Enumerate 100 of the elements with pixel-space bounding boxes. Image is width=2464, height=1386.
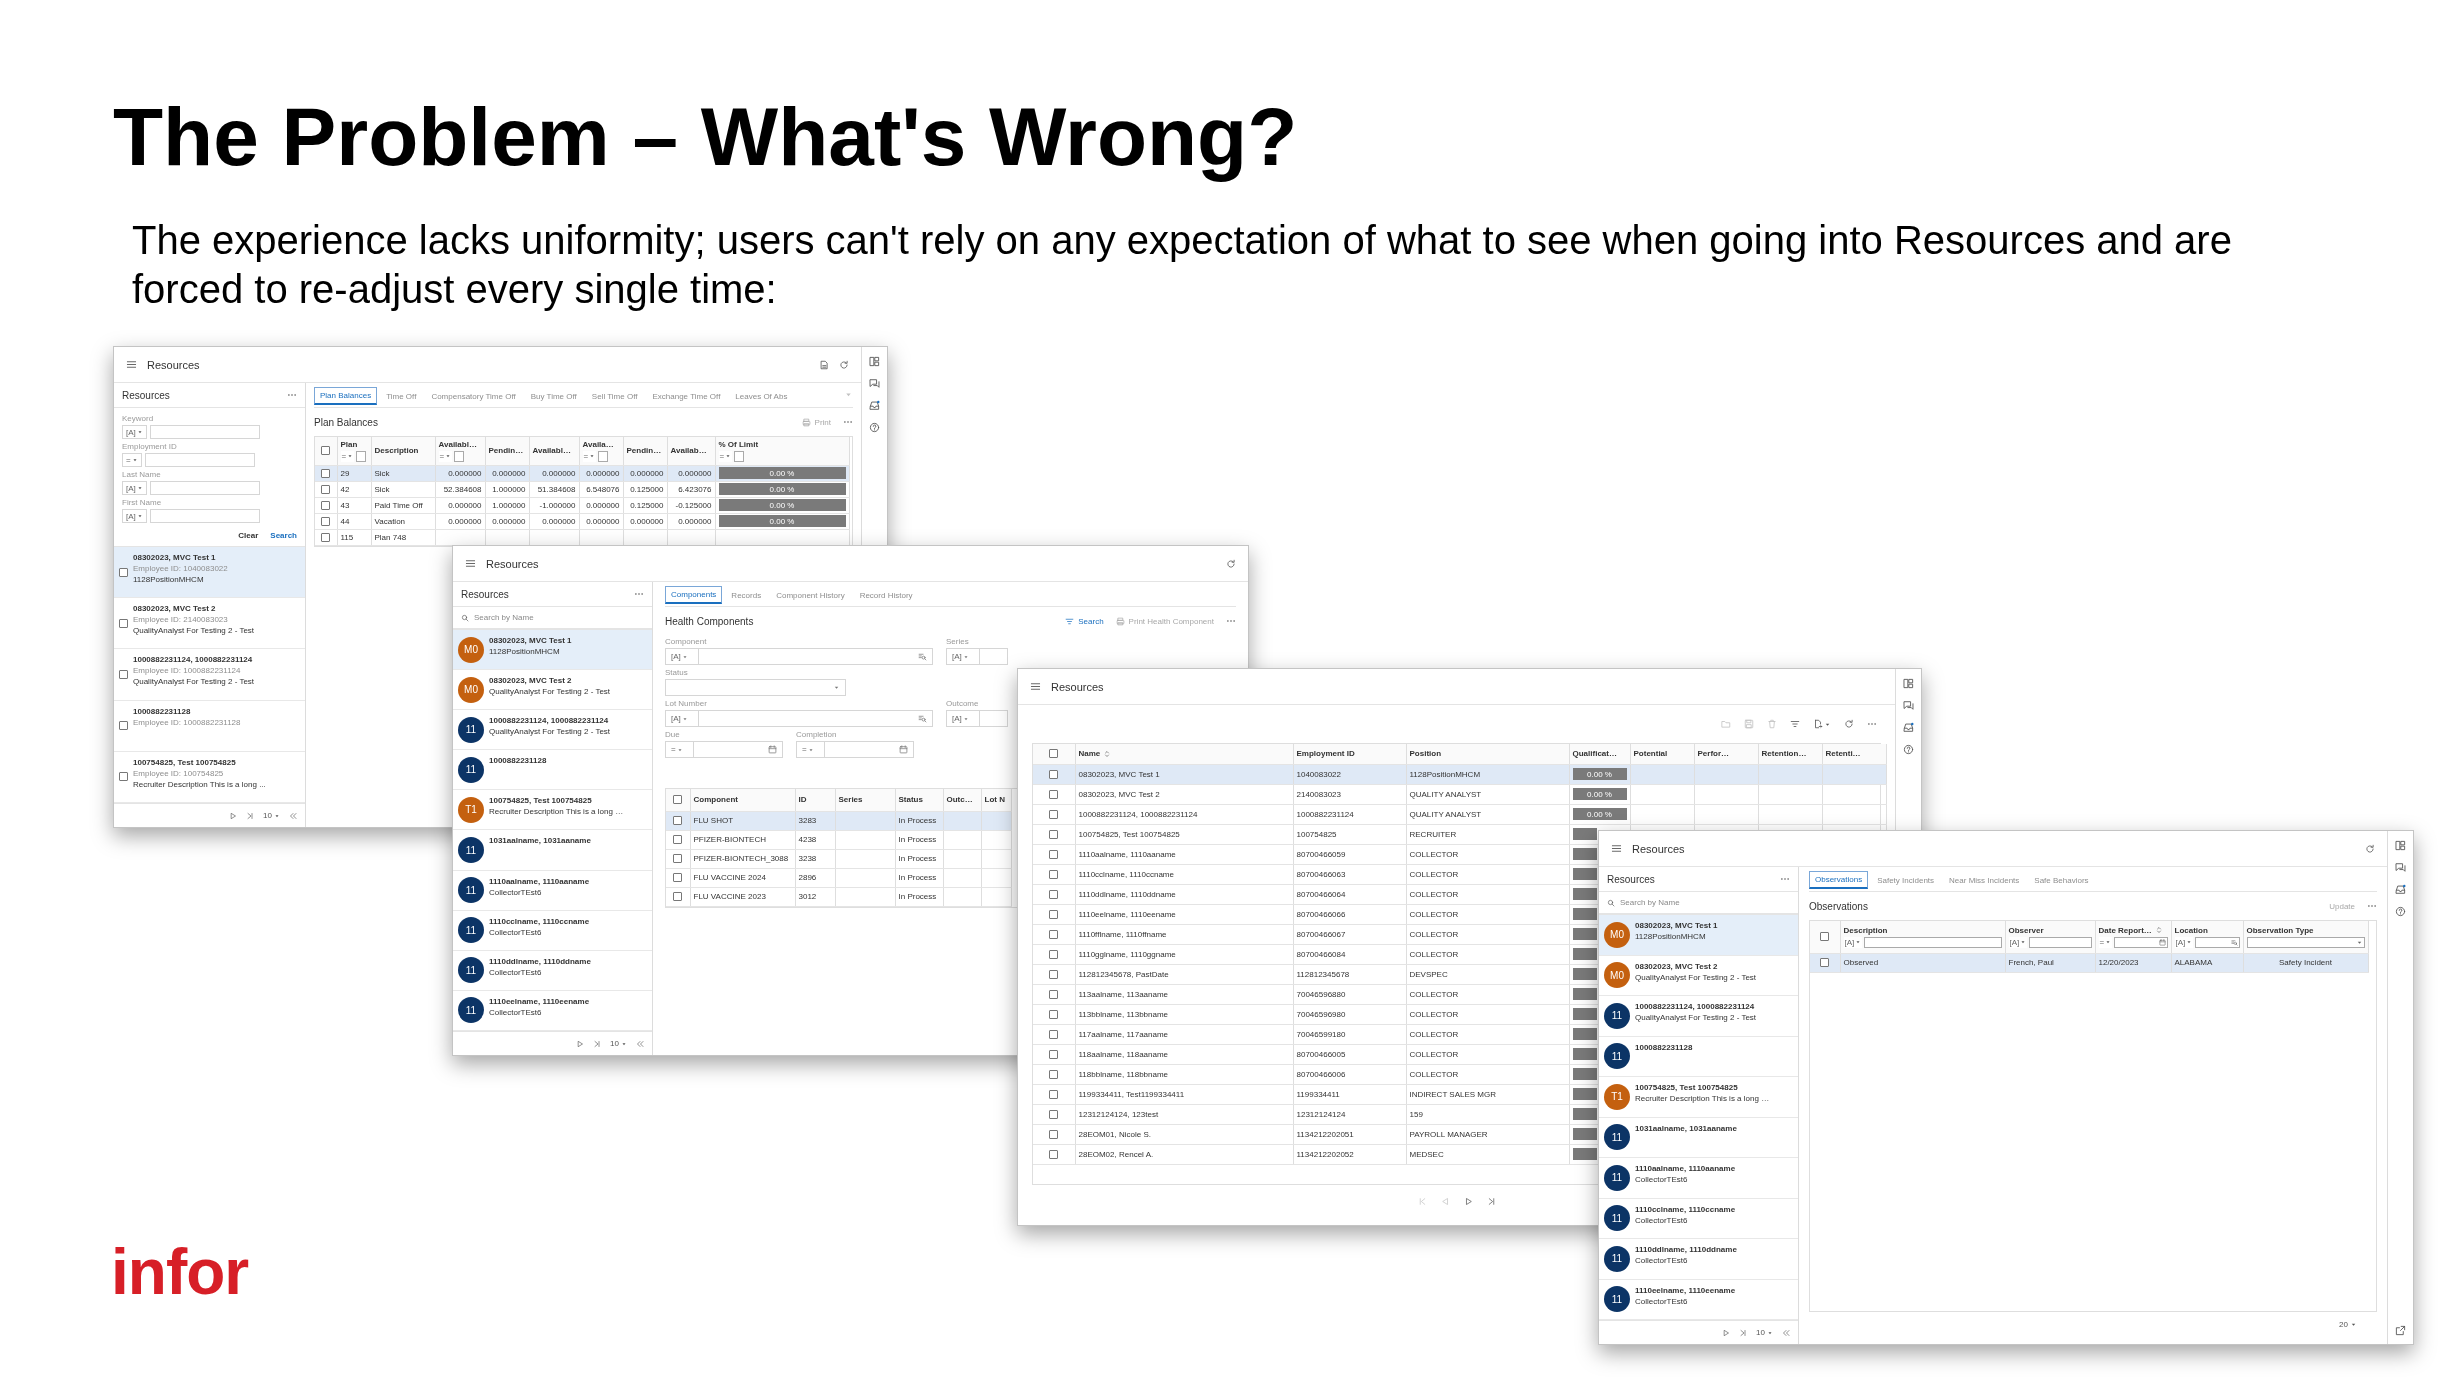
list-item[interactable]: 11 1110ddlname, 1110ddname CollectorTEst6 [1599, 1239, 1798, 1280]
table-row[interactable]: 08302023, MVC Test 1 1040083022 1128PositionMHCM 0.00 % [1033, 764, 1886, 784]
tab[interactable]: Time Off [380, 388, 423, 405]
checkbox[interactable] [119, 618, 128, 628]
checkbox[interactable] [673, 816, 683, 825]
checkbox[interactable] [1049, 1069, 1059, 1079]
operator-select[interactable]: [A] [122, 509, 147, 523]
filter-field[interactable] [2029, 936, 2092, 948]
tab[interactable]: Leaves Of Abs [729, 388, 794, 405]
inbox-icon[interactable] [1903, 722, 1914, 733]
list-item[interactable]: 11 1110cclname, 1110ccname CollectorTEst6 [1599, 1198, 1798, 1239]
operator-select[interactable]: = [582, 450, 597, 462]
list-item[interactable]: 11 1031aalname, 1031aaname [1599, 1117, 1798, 1158]
checkbox[interactable] [1049, 929, 1059, 939]
checkbox[interactable] [1049, 829, 1059, 839]
operator-select[interactable]: = [340, 450, 355, 462]
checkbox[interactable] [673, 795, 683, 805]
list-item[interactable]: T1 100754825, Test 100754825 Recruiter Description This is a long … [1599, 1077, 1798, 1118]
table-row[interactable]: PFIZER-BIONTECH 4238 In Process [666, 830, 1011, 849]
text-field[interactable] [149, 481, 260, 495]
table-row[interactable]: 44 Vacation 0.000000 0.000000 0.000000 0.000000 0.000000 0.000000 0.00 % [315, 513, 849, 529]
filter-field[interactable] [454, 450, 465, 462]
page-size-select[interactable]: 10 [263, 811, 280, 820]
layout-icon[interactable] [869, 356, 880, 367]
list-item[interactable]: M0 08302023, MVC Test 1 1128PositionMHCM [1599, 915, 1798, 956]
page-size-select[interactable]: 10 [610, 1039, 627, 1048]
tab[interactable]: Sell Time Off [585, 388, 644, 405]
filter-field[interactable] [1864, 936, 2002, 948]
list-item[interactable]: 08302023, MVC Test 2 Employee ID: 2140083023 QualityAnalyst For Testing 2 - Test [114, 598, 305, 650]
chat-icon[interactable] [2395, 862, 2406, 873]
layout-icon[interactable] [1903, 678, 1914, 689]
checkbox[interactable] [1049, 1029, 1059, 1039]
refresh-icon[interactable] [1844, 719, 1854, 729]
chat-icon[interactable] [869, 378, 880, 389]
checkbox[interactable] [1049, 1049, 1059, 1059]
inbox-icon[interactable] [2395, 884, 2406, 895]
tab[interactable]: Plan Balances [314, 387, 378, 405]
layout-icon[interactable] [2395, 840, 2406, 851]
list-item[interactable]: M0 08302023, MVC Test 1 1128PositionMHCM [453, 630, 652, 671]
help-icon[interactable] [2395, 906, 2406, 917]
external-link-icon[interactable] [2395, 1325, 2406, 1336]
tab[interactable]: Component History [770, 587, 851, 604]
operator-select[interactable]: = [2098, 936, 2113, 948]
tab[interactable]: Exchange Time Off [646, 388, 727, 405]
operator-select[interactable]: = [438, 450, 453, 462]
action-button[interactable]: Search [1065, 616, 1104, 626]
next-page-icon[interactable] [229, 811, 238, 820]
checkbox[interactable] [321, 500, 331, 510]
chat-icon[interactable] [1903, 700, 1914, 711]
input-field[interactable]: [A] [665, 710, 933, 727]
tab[interactable]: Records [725, 587, 768, 604]
filter-field[interactable] [2246, 936, 2365, 948]
checkbox[interactable] [1049, 1009, 1059, 1019]
checkbox[interactable] [1049, 889, 1059, 899]
next-page-icon[interactable] [1463, 1196, 1473, 1206]
checkbox[interactable] [321, 484, 331, 494]
list-item[interactable]: M0 08302023, MVC Test 2 QualityAnalyst For Testing 2 - Test [1599, 955, 1798, 996]
filter-field[interactable] [2195, 936, 2240, 948]
inbox-icon[interactable] [869, 400, 880, 411]
checkbox[interactable] [1049, 949, 1059, 959]
checkbox[interactable] [1049, 989, 1059, 999]
menu-icon[interactable] [465, 558, 476, 569]
refresh-icon[interactable] [839, 359, 849, 370]
dropdown-field[interactable] [665, 679, 846, 696]
table-row[interactable]: PFIZER-BIONTECH_3088 3238 In Process [666, 849, 1011, 868]
menu-icon[interactable] [1030, 681, 1041, 692]
tab[interactable]: Record History [853, 587, 919, 604]
checkbox[interactable] [119, 670, 128, 679]
checkbox[interactable] [673, 854, 683, 863]
operator-select[interactable]: [A] [1843, 936, 1863, 948]
last-page-icon[interactable] [1739, 1328, 1748, 1337]
checkbox[interactable] [673, 835, 683, 844]
menu-icon[interactable] [126, 359, 137, 370]
checkbox[interactable] [321, 516, 331, 526]
operator-select[interactable]: = [718, 450, 733, 462]
text-button[interactable]: Search [270, 531, 297, 540]
checkbox[interactable] [1049, 969, 1059, 979]
export-icon[interactable] [1813, 719, 1823, 729]
checkbox[interactable] [1049, 809, 1059, 819]
checkbox[interactable] [119, 721, 128, 731]
input-field[interactable]: [A] [665, 648, 933, 665]
operator-select[interactable]: [A] [2008, 936, 2028, 948]
checkbox[interactable] [1049, 769, 1059, 779]
list-item[interactable]: T1 100754825, Test 100754825 Recruiter Description This is a long … [453, 790, 652, 831]
filter-field[interactable] [734, 450, 745, 462]
table-row[interactable]: 08302023, MVC Test 2 2140083023 QUALITY ANALYST 0.00 % [1033, 784, 1886, 804]
table-row[interactable]: Observed French, Paul 12/20/2023 ALABAMA Safety Incident [1810, 953, 2368, 972]
list-item[interactable]: 100754825, Test 100754825 Employee ID: 100754825 Recruiter Description This is a long ... [114, 751, 305, 803]
list-item[interactable]: 11 1110eelname, 1110eename CollectorTEst6 [453, 990, 652, 1031]
help-icon[interactable] [1903, 744, 1914, 755]
list-item[interactable]: 11 1110ddlname, 1110ddname CollectorTEst6 [453, 950, 652, 991]
list-item[interactable]: 11 1000882231128 [1599, 1036, 1798, 1077]
tab[interactable]: Near Miss Incidents [1943, 872, 2026, 889]
table-row[interactable]: 42 Sick 52.384608 1.000000 51.384608 6.548076 0.125000 6.423076 0.00 % [315, 481, 849, 497]
checkbox[interactable] [1049, 869, 1059, 879]
list-item[interactable]: M0 08302023, MVC Test 2 QualityAnalyst For Testing 2 - Test [453, 670, 652, 711]
search-field[interactable]: Search by Name [453, 607, 652, 629]
list-item[interactable]: 11 1000882231128 [453, 750, 652, 791]
next-page-icon[interactable] [1722, 1328, 1731, 1337]
checkbox[interactable] [119, 772, 128, 782]
